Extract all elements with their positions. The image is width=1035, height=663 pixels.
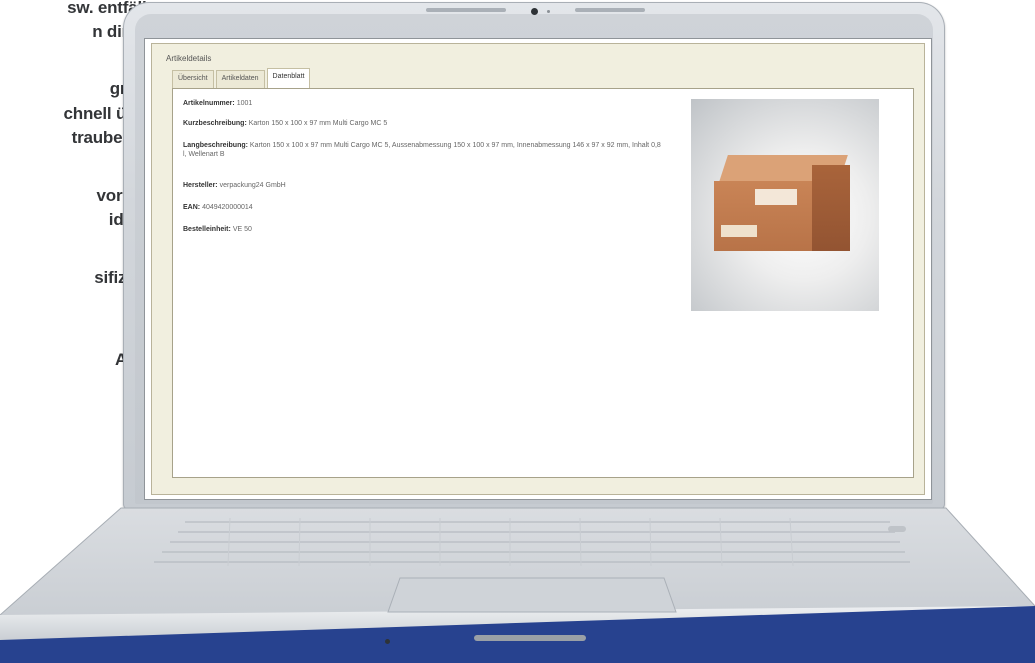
lid-latch (474, 635, 586, 641)
laptop-base (0, 507, 1035, 663)
power-button-icon[interactable] (888, 526, 906, 532)
led-indicator-icon (385, 639, 390, 644)
